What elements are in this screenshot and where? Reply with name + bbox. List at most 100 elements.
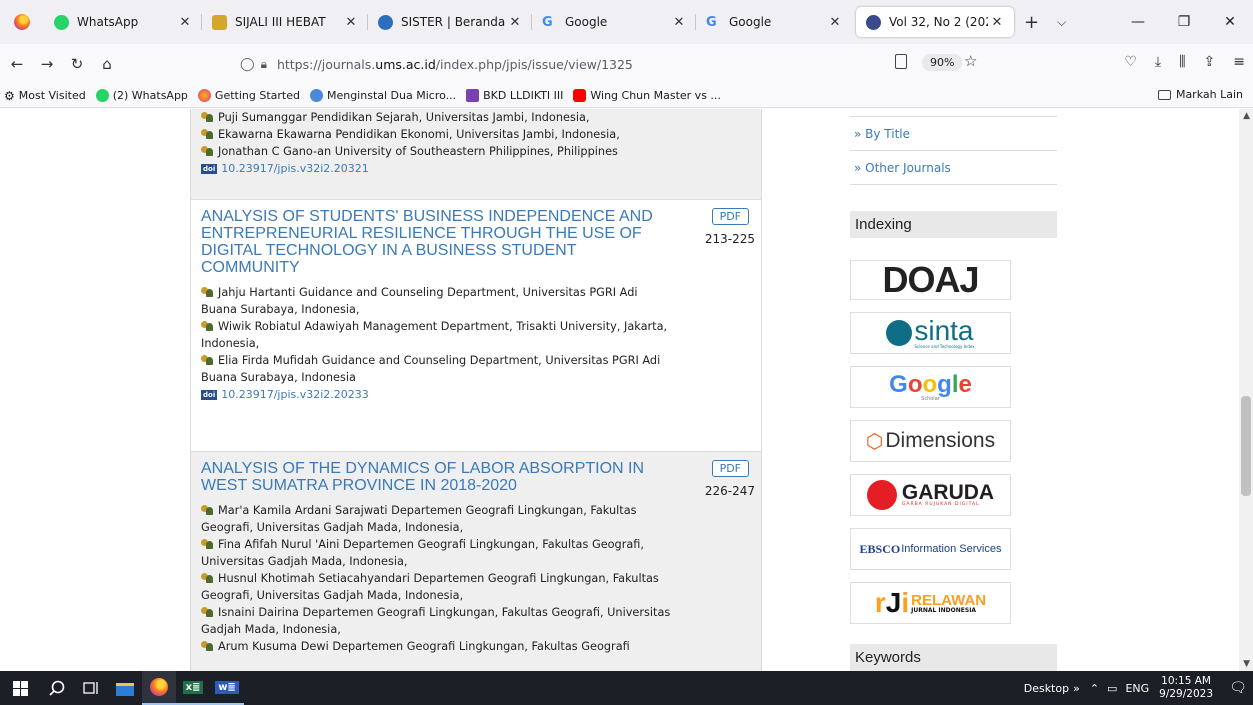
- folder-icon: [116, 682, 134, 696]
- extensions-icon[interactable]: ⇪: [1204, 54, 1216, 70]
- article-item: ANALYSIS OF STUDENTS' BUSINESS INDEPENDE…: [190, 200, 762, 452]
- close-window-icon[interactable]: ✕: [1207, 0, 1253, 44]
- sinta-logo[interactable]: sinta Science and Technology Index: [850, 312, 1011, 354]
- article-title-link[interactable]: ANALYSIS OF THE DYNAMICS OF LABOR ABSORP…: [201, 460, 671, 494]
- pdf-button[interactable]: PDF: [711, 460, 749, 477]
- bookmark-whatsapp[interactable]: (2) WhatsApp: [95, 89, 188, 102]
- tab-sister[interactable]: SISTER | Beranda ✕: [368, 7, 532, 37]
- pdf-button[interactable]: PDF: [711, 208, 749, 225]
- author-list: Puji Sumanggar Pendidikan Sejarah, Unive…: [201, 109, 671, 160]
- start-button[interactable]: [0, 671, 40, 705]
- author-list: Mar'a Kamila Ardani Sarajwati Departemen…: [201, 502, 671, 655]
- restore-icon[interactable]: ❐: [1161, 0, 1207, 44]
- relawan-logo-subtext: JURNAL INDONESIA: [911, 606, 977, 614]
- show-hidden-icons[interactable]: ⌃: [1090, 682, 1099, 695]
- bookmark-getting-started[interactable]: Getting Started: [197, 89, 300, 102]
- page-scrollbar[interactable]: ▲ ▼: [1239, 109, 1253, 671]
- close-tab-icon[interactable]: ✕: [670, 15, 688, 30]
- close-tab-icon[interactable]: ✕: [988, 15, 1006, 30]
- bookmark-star-icon[interactable]: ☆: [964, 52, 977, 70]
- forward-icon[interactable]: →: [34, 55, 60, 73]
- toolbar-overflow-icon[interactable]: »: [1073, 682, 1080, 695]
- close-tab-icon[interactable]: ✕: [506, 15, 524, 30]
- bookmark-bkd-lldikti[interactable]: BKD LLDIKTI III: [466, 89, 563, 102]
- task-view-button[interactable]: [74, 671, 108, 705]
- other-bookmarks[interactable]: Markah Lain: [1157, 88, 1243, 101]
- relawan-jurnal-logo[interactable]: rJi RELAWAN JURNAL INDONESIA: [850, 582, 1011, 624]
- sinta-logo-subtext: Science and Technology Index: [914, 344, 975, 349]
- file-explorer-button[interactable]: [108, 671, 142, 705]
- list-tabs-icon[interactable]: ⌵: [1057, 15, 1066, 30]
- close-tab-icon[interactable]: ✕: [342, 15, 360, 30]
- notifications-icon[interactable]: 🗨︎: [1223, 680, 1253, 696]
- person-icon: [201, 641, 214, 651]
- input-language[interactable]: ENG: [1125, 682, 1149, 695]
- network-icon[interactable]: ▭: [1107, 682, 1117, 695]
- url-text[interactable]: https://journals.ums.ac.id/index.php/jpi…: [277, 57, 633, 72]
- close-tab-icon[interactable]: ✕: [826, 15, 844, 30]
- article-item: ANALYSIS OF THE DYNAMICS OF LABOR ABSORP…: [190, 452, 762, 671]
- person-icon: [201, 287, 214, 297]
- site-icon: [212, 14, 227, 30]
- tab-sijali[interactable]: SIJALI III HEBAT ✕: [202, 7, 368, 37]
- google-scholar-logo[interactable]: Google Scholar: [850, 366, 1011, 408]
- lock-icon[interactable]: 🔒︎: [261, 57, 267, 72]
- zoom-level[interactable]: 90%: [922, 54, 963, 71]
- scroll-down-icon[interactable]: ▼: [1243, 659, 1250, 669]
- new-tab-icon[interactable]: +: [1024, 12, 1039, 33]
- scroll-up-icon[interactable]: ▲: [1243, 111, 1250, 121]
- firefox-icon: [14, 14, 30, 30]
- menu-icon[interactable]: ≡: [1233, 54, 1245, 70]
- browse-by-title-link[interactable]: » By Title: [850, 117, 1057, 151]
- clock[interactable]: 10:15 AM 9/29/2023: [1159, 675, 1213, 701]
- bookmark-label: BKD LLDIKTI III: [483, 89, 564, 102]
- scholar-subtext: Scholar: [921, 395, 940, 402]
- bookmark-wing-chun[interactable]: Wing Chun Master vs ...: [573, 89, 721, 102]
- reader-view-icon[interactable]: [895, 54, 907, 69]
- firefox-icon: [197, 89, 211, 102]
- other-journals-link[interactable]: » Other Journals: [850, 151, 1057, 185]
- doi-link[interactable]: doi 10.23917/jpis.v32i2.20321: [201, 162, 751, 175]
- tab-google-1[interactable]: G Google ✕: [532, 7, 696, 37]
- home-icon[interactable]: ⌂: [94, 55, 120, 73]
- search-button[interactable]: [40, 671, 74, 705]
- pocket-icon[interactable]: ♡: [1124, 54, 1137, 70]
- article-title-link[interactable]: ANALYSIS OF STUDENTS' BUSINESS INDEPENDE…: [201, 208, 671, 276]
- tab-whatsapp[interactable]: WhatsApp ✕: [44, 7, 202, 37]
- dimensions-logo[interactable]: ⬡ Dimensions: [850, 420, 1011, 462]
- garuda-logo[interactable]: GARUDA GARBA RUJUKAN DIGITAL: [850, 474, 1011, 516]
- address-bar[interactable]: ◯ 🔒︎ https://journals.ums.ac.id/index.ph…: [240, 50, 940, 78]
- tab-title: Google: [729, 15, 772, 29]
- close-tab-icon[interactable]: ✕: [176, 15, 194, 30]
- reload-icon[interactable]: ↻: [64, 55, 90, 73]
- minimize-icon[interactable]: —: [1115, 0, 1161, 44]
- windows-taskbar: x≣ w≣ Desktop » ⌃ ▭ ENG 10:15 AM 9/29/20…: [0, 671, 1253, 705]
- firefox-view-button[interactable]: [0, 0, 44, 44]
- excel-taskbar-button[interactable]: x≣: [176, 671, 210, 705]
- scrollbar-thumb[interactable]: [1241, 396, 1251, 496]
- word-taskbar-button[interactable]: w≣: [210, 671, 244, 705]
- bookmark-menginstal[interactable]: Menginstal Dua Micro...: [309, 89, 456, 102]
- desktop-toolbar[interactable]: Desktop: [1024, 682, 1069, 695]
- downloads-icon[interactable]: ⤓: [1155, 54, 1161, 70]
- library-icon[interactable]: ⫼: [1179, 54, 1185, 70]
- tab-journal-active[interactable]: Vol 32, No 2 (2022) ✕: [856, 7, 1014, 37]
- navigation-bar: ← → ↻ ⌂ ◯ 🔒︎ https://journals.ums.ac.id/…: [0, 44, 1253, 84]
- tracking-shield-icon[interactable]: ◯: [240, 57, 255, 72]
- author-list: Jahju Hartanti Guidance and Counseling D…: [201, 284, 671, 386]
- indexing-heading: Indexing: [850, 211, 1057, 238]
- person-icon: [201, 146, 214, 156]
- tab-google-2[interactable]: G Google ✕: [696, 7, 852, 37]
- firefox-icon: [150, 678, 168, 696]
- person-icon: [201, 129, 214, 139]
- author-entry: Puji Sumanggar Pendidikan Sejarah, Unive…: [201, 109, 671, 126]
- doi-link[interactable]: doi 10.23917/jpis.v32i2.20233: [201, 388, 751, 401]
- back-icon[interactable]: ←: [4, 55, 30, 73]
- bookmark-most-visited[interactable]: ⚙ Most Visited: [4, 89, 86, 103]
- article-list: Puji Sumanggar Pendidikan Sejarah, Unive…: [190, 109, 762, 671]
- firefox-taskbar-button[interactable]: [142, 671, 176, 705]
- doaj-logo[interactable]: DOAJ: [850, 260, 1011, 300]
- ebsco-logo[interactable]: EBSCO Information Services: [850, 528, 1011, 570]
- word-icon: w≣: [215, 680, 239, 694]
- clock-time: 10:15 AM: [1161, 675, 1211, 687]
